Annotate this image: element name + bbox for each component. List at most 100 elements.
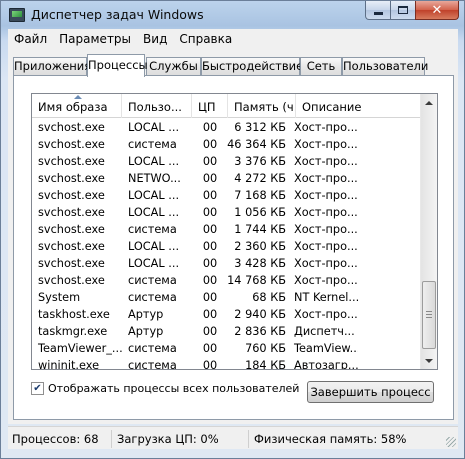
- process-user-cell: система: [128, 223, 177, 236]
- process-description-cell: Автозагр...: [294, 359, 358, 370]
- process-cpu-cell: 00: [202, 291, 218, 304]
- tab-services[interactable]: Службы: [146, 57, 201, 76]
- process-name-cell: svchost.exe: [38, 189, 105, 202]
- table-row[interactable]: wininit.exe система 00 184 КБ Автозагр...: [32, 357, 421, 370]
- table-row[interactable]: System система 00 68 КБ NT Kernel...: [32, 289, 421, 306]
- arrow-down-icon: [425, 358, 433, 363]
- status-process-count: Процессов: 68: [8, 430, 112, 448]
- menu-view[interactable]: Вид: [137, 29, 173, 49]
- process-memory-cell: 1 056 КБ: [234, 206, 286, 219]
- process-cpu-cell: 00: [202, 342, 218, 355]
- end-process-button[interactable]: Завершить процесс: [307, 381, 434, 403]
- process-description-cell: Хост-про...: [294, 189, 358, 202]
- scroll-up-button[interactable]: [421, 94, 437, 111]
- table-row[interactable]: svchost.exe система 00 1 744 КБ Хост-про...: [32, 221, 421, 238]
- vertical-scrollbar[interactable]: [420, 94, 437, 369]
- process-name-cell: svchost.exe: [38, 155, 105, 168]
- menu-file[interactable]: Файл: [8, 29, 53, 49]
- task-manager-window: Диспетчер задач Windows ✕ Файл Параметры…: [0, 0, 465, 459]
- process-name-cell: svchost.exe: [38, 138, 105, 151]
- process-rows: svchost.exe LOCAL ... 00 6 312 КБ Хост-про..…: [32, 119, 421, 370]
- table-row[interactable]: TeamViewer_... система 00 760 КБ TeamView...: [32, 340, 421, 357]
- close-button[interactable]: ✕: [415, 1, 459, 20]
- status-bar: Процессов: 68 Загрузка ЦП: 0% Физическая…: [8, 426, 458, 449]
- tab-applications[interactable]: Приложения: [13, 57, 91, 76]
- process-memory-cell: 2 360 КБ: [234, 240, 286, 253]
- process-cpu-cell: 00: [202, 308, 218, 321]
- process-user-cell: система: [128, 291, 177, 304]
- column-header-label: Пользо...: [128, 100, 182, 114]
- scrollbar-thumb[interactable]: [422, 281, 436, 349]
- menu-help[interactable]: Справка: [173, 29, 238, 49]
- process-name-cell: svchost.exe: [38, 257, 105, 270]
- process-memory-cell: 2 940 КБ: [234, 308, 286, 321]
- table-row[interactable]: svchost.exe LOCAL ... 00 6 312 КБ Хост-про..…: [32, 119, 421, 136]
- column-header-label: Память (ч...: [234, 100, 295, 114]
- minimize-button[interactable]: [365, 1, 391, 20]
- maximize-icon: [398, 6, 408, 14]
- grip-line: [426, 311, 432, 312]
- table-row[interactable]: svchost.exe LOCAL ... 00 7 168 КБ Хост-про..…: [32, 187, 421, 204]
- process-name-cell: taskmgr.exe: [38, 325, 108, 338]
- arrow-up-icon: [425, 100, 433, 105]
- maximize-button[interactable]: [390, 1, 416, 20]
- process-cpu-cell: 00: [202, 155, 218, 168]
- process-user-cell: Артур: [128, 308, 164, 321]
- process-name-cell: svchost.exe: [38, 223, 105, 236]
- process-cpu-cell: 00: [202, 257, 218, 270]
- title-bar[interactable]: Диспетчер задач Windows ✕: [1, 1, 464, 29]
- column-header-image-name[interactable]: Имя образа: [32, 94, 122, 118]
- scroll-down-button[interactable]: [421, 352, 437, 369]
- table-row[interactable]: svchost.exe LOCAL ... 00 3 376 КБ Хост-про..…: [32, 153, 421, 170]
- column-header-label: Описание: [302, 100, 362, 114]
- grip-line: [426, 317, 432, 318]
- process-name-cell: svchost.exe: [38, 172, 105, 185]
- process-name-cell: svchost.exe: [38, 274, 105, 287]
- process-name-cell: TeamViewer_...: [38, 342, 122, 355]
- table-row[interactable]: svchost.exe LOCAL ... 00 2 360 КБ Хост-про..…: [32, 238, 421, 255]
- menu-options[interactable]: Параметры: [53, 29, 137, 49]
- column-header-description[interactable]: Описание: [296, 94, 421, 118]
- process-description-cell: TeamView...: [294, 342, 358, 355]
- tab-processes[interactable]: Процессы: [87, 54, 148, 77]
- process-description-cell: Хост-про...: [294, 308, 358, 321]
- show-all-users-option[interactable]: ✔ Отображать процессы всех пользователей: [31, 382, 299, 395]
- process-user-cell: система: [128, 342, 177, 355]
- process-memory-cell: 14 768 КБ: [227, 274, 286, 287]
- process-memory-cell: 7 168 КБ: [234, 189, 286, 202]
- process-user-cell: система: [128, 138, 177, 151]
- process-description-cell: Хост-про...: [294, 274, 358, 287]
- column-header-memory[interactable]: Память (ч...: [228, 94, 296, 118]
- process-name-cell: wininit.exe: [38, 359, 100, 370]
- column-header-cpu[interactable]: ЦП: [192, 94, 228, 118]
- process-description-cell: Хост-про...: [294, 138, 358, 151]
- process-user-cell: LOCAL ...: [128, 189, 180, 202]
- close-icon: ✕: [431, 2, 443, 18]
- column-headers: Имя образа Пользо... ЦП Память (ч... Опи…: [32, 94, 421, 118]
- table-row[interactable]: svchost.exe система 00 46 364 КБ Хост-про...: [32, 136, 421, 153]
- table-row[interactable]: svchost.exe LOCAL ... 00 3 428 КБ Хост-про..…: [32, 255, 421, 272]
- process-description-cell: NT Kernel...: [294, 291, 358, 304]
- table-row[interactable]: taskmgr.exe Артур 00 2 836 КБ Диспетч...: [32, 323, 421, 340]
- tab-networking[interactable]: Сеть: [300, 57, 342, 76]
- table-row[interactable]: svchost.exe система 00 14 768 КБ Хост-про...: [32, 272, 421, 289]
- minimize-icon: [373, 11, 383, 15]
- table-row[interactable]: svchost.exe NETWO... 00 4 272 КБ Хост-про...: [32, 170, 421, 187]
- tab-users[interactable]: Пользователи: [342, 57, 428, 76]
- process-user-cell: Артур: [128, 325, 164, 338]
- process-memory-cell: 3 376 КБ: [234, 155, 286, 168]
- process-memory-cell: 3 428 КБ: [234, 257, 286, 270]
- process-user-cell: LOCAL ...: [128, 155, 180, 168]
- table-row[interactable]: svchost.exe LOCAL ... 00 1 056 КБ Хост-про..…: [32, 204, 421, 221]
- process-description-cell: Хост-про...: [294, 240, 358, 253]
- tab-performance[interactable]: Быстродействие: [201, 57, 303, 76]
- table-row[interactable]: taskhost.exe Артур 00 2 940 КБ Хост-про...: [32, 306, 421, 323]
- process-description-cell: Хост-про...: [294, 206, 358, 219]
- process-list[interactable]: Имя образа Пользо... ЦП Память (ч... Опи…: [31, 93, 438, 370]
- process-user-cell: система: [128, 359, 177, 370]
- column-header-user[interactable]: Пользо...: [122, 94, 192, 118]
- show-all-users-checkbox[interactable]: ✔: [31, 382, 44, 395]
- process-name-cell: svchost.exe: [38, 121, 105, 134]
- process-name-cell: System: [38, 291, 81, 304]
- resize-grip[interactable]: [446, 437, 456, 447]
